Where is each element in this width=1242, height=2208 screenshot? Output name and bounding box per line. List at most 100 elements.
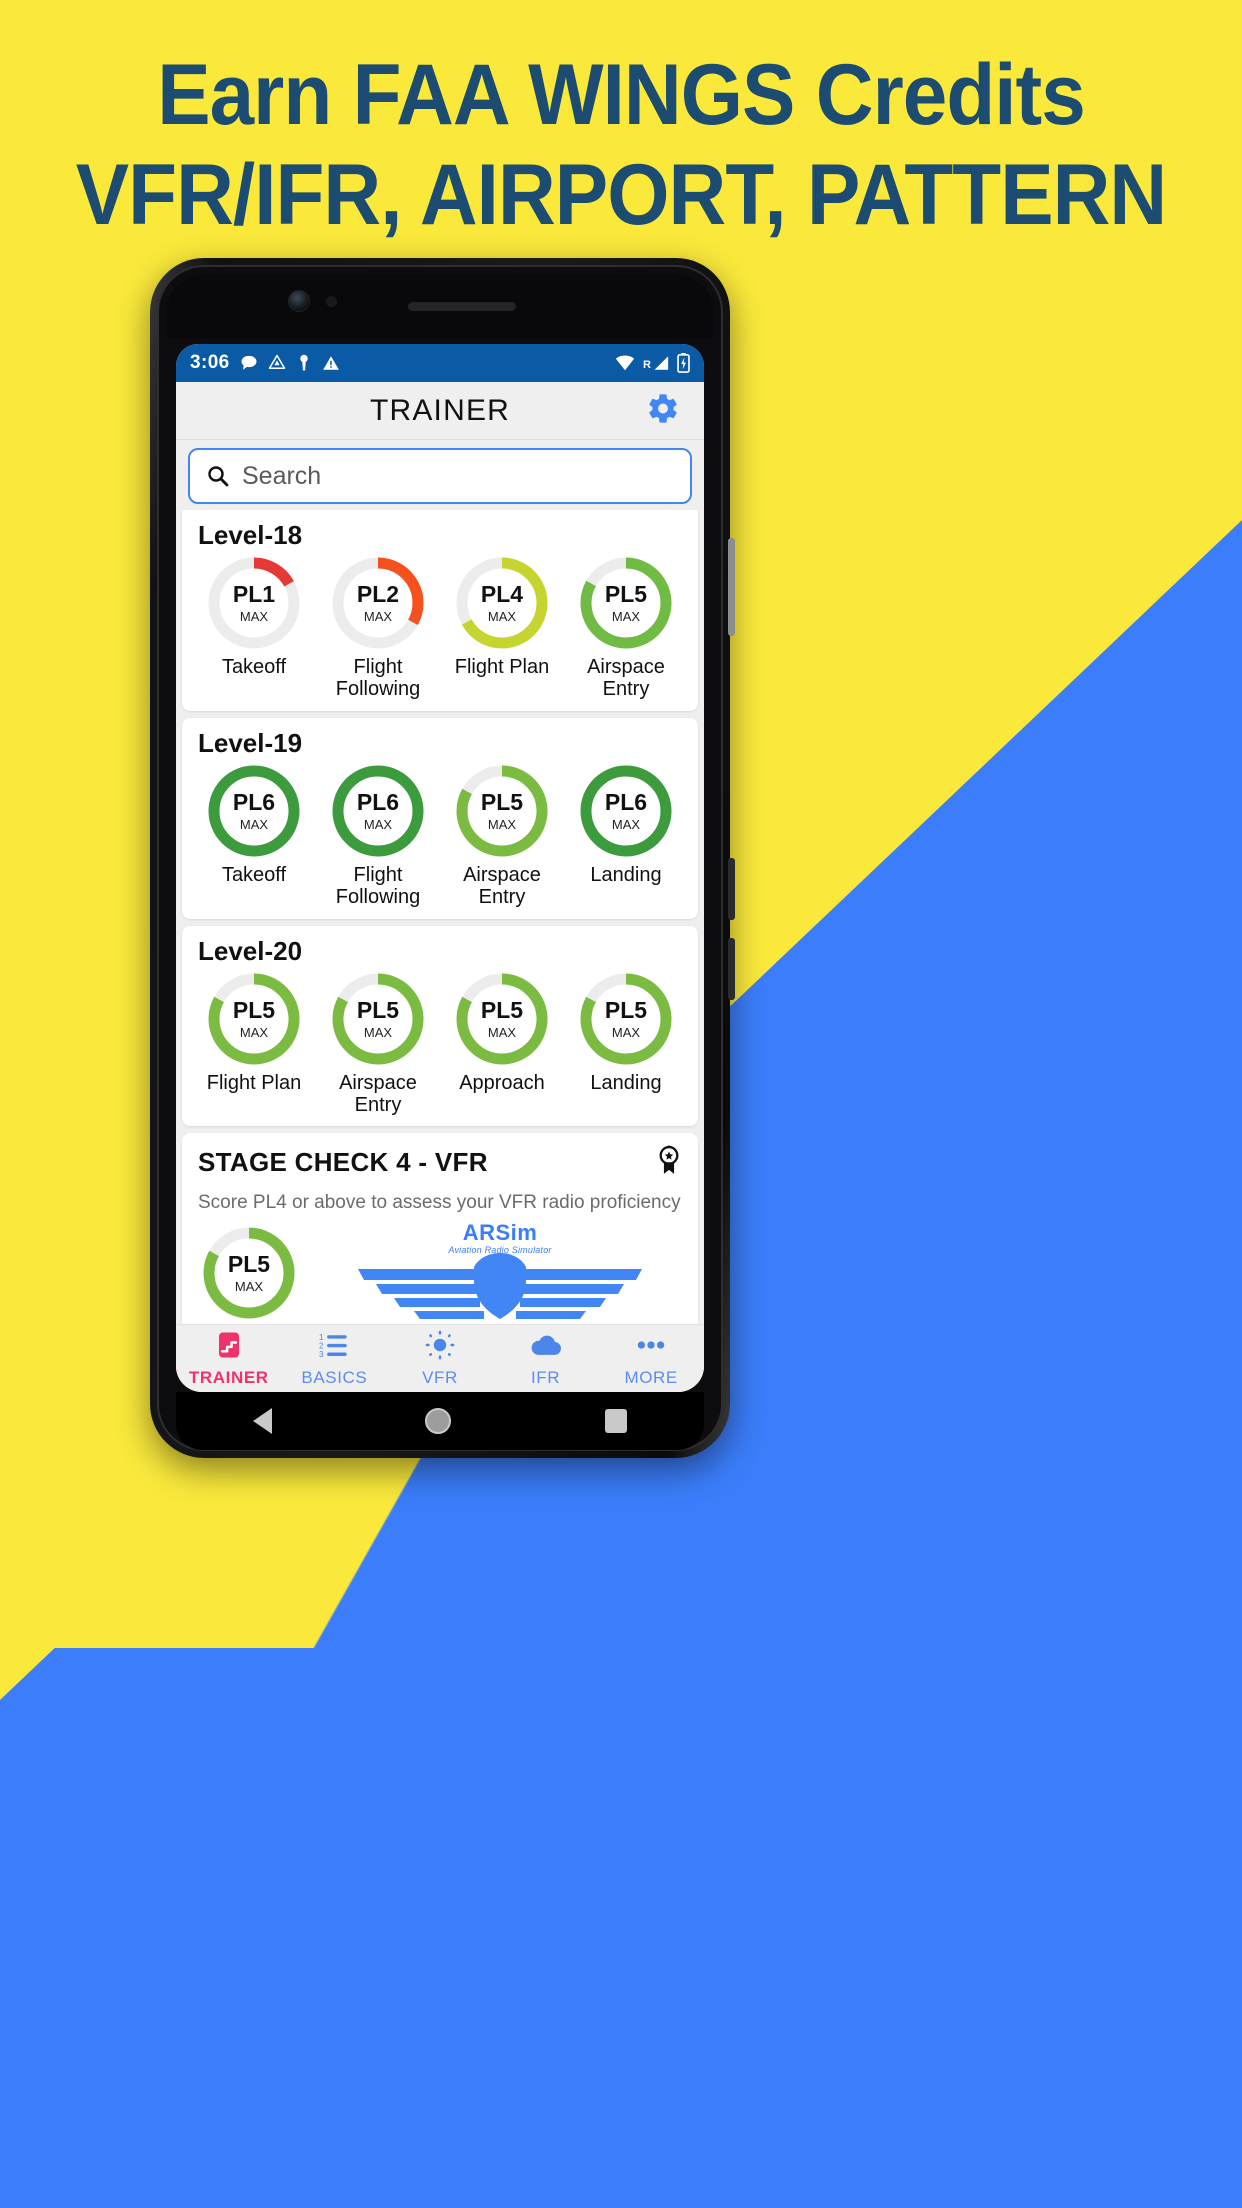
progress-ring-label: PL5 MAX (454, 763, 550, 859)
roaming-signal-icon (654, 356, 669, 370)
svg-text:3: 3 (319, 1350, 324, 1359)
search-input[interactable]: Search (188, 448, 692, 504)
trainer-exercise-item[interactable]: PL5 MAX Approach (443, 971, 561, 1094)
progress-ring-label: PL4 MAX (454, 555, 550, 651)
arsim-wings-icon (358, 1253, 642, 1320)
search-icon (208, 466, 229, 487)
sun-icon (425, 1330, 455, 1365)
phone-mockup: 3:06 R TRAINER Search Level-18 PL1 MAX T… (150, 258, 735, 1458)
exercise-caption: Airspace Entry (339, 1071, 417, 1116)
trainer-exercise-item[interactable]: PL1 MAX Takeoff (195, 555, 313, 678)
volume-down-button[interactable] (728, 938, 735, 1000)
arsim-wordmark: ARSim (462, 1220, 538, 1246)
score-value: PL4 (480, 581, 524, 607)
roaming-label: R (643, 359, 651, 371)
progress-ring-label: PL1 MAX (206, 555, 302, 651)
progress-ring: PL5 MAX (454, 763, 550, 859)
proximity-sensor-icon (326, 296, 337, 307)
score-value: PL6 (232, 788, 276, 815)
home-circle-icon[interactable] (425, 1408, 452, 1434)
power-button[interactable] (728, 538, 735, 636)
app-bar: TRAINER (176, 382, 704, 440)
progress-ring: PL6 MAX (578, 763, 674, 859)
wifi-icon (615, 355, 635, 371)
award-ribbon-icon[interactable] (656, 1145, 682, 1180)
trainer-exercise-item[interactable]: PL2 MAX Flight Following (319, 555, 437, 701)
progress-ring-label: PL5 MAX (578, 971, 674, 1067)
level-card[interactable]: Level-19 PL6 MAX Takeoff PL6 MAX Flight Follow… (182, 717, 698, 919)
back-triangle-icon[interactable] (252, 1408, 272, 1434)
nav-tab-label: BASICS (301, 1367, 368, 1387)
nav-tab-label: VFR (422, 1367, 458, 1387)
stage-check-header: STAGE CHECK 4 - VFR (192, 1141, 688, 1180)
android-navigation-bar (176, 1392, 704, 1450)
progress-ring-label: PL5 MAX (578, 555, 674, 651)
progress-ring-label: PL6 MAX (330, 763, 426, 859)
trainer-exercise-item[interactable]: PL5 MAX Flight Plan (195, 971, 313, 1094)
trainer-exercise-item[interactable]: PL4 MAX Flight Plan (443, 555, 561, 678)
nav-tab-trainer[interactable]: TRAINER (176, 1330, 282, 1388)
stage-check-body: PL5 MAX ARSim Aviation Radio Simulator (192, 1220, 688, 1327)
level-card[interactable]: Level-20 PL5 MAX Flight Plan PL5 MAX Airspace … (182, 925, 698, 1127)
score-value: PL6 (356, 788, 400, 815)
exercise-caption: Takeoff (221, 863, 287, 886)
nav-tab-ifr[interactable]: IFR (493, 1330, 599, 1388)
progress-ring: PL5 MAX (201, 1225, 297, 1321)
progress-ring: PL1 MAX (206, 555, 302, 651)
status-bar-left: 3:06 (190, 352, 340, 374)
stage-check-subtitle: Score PL4 or above to assess your VFR ra… (198, 1192, 681, 1214)
nav-tab-vfr[interactable]: VFR (387, 1330, 493, 1388)
drive-icon (268, 354, 285, 369)
exercise-caption: Flight Plan (206, 1071, 302, 1094)
score-value: PL6 (604, 788, 648, 815)
stage-check-card[interactable]: STAGE CHECK 4 - VFR Score PL4 or above t… (182, 1133, 698, 1338)
progress-ring-label: PL5 MAX (330, 971, 426, 1067)
stage-check-score-ring: PL5 MAX (194, 1225, 304, 1321)
message-icon (241, 355, 257, 370)
headline-line-1: Earn FAA WINGS Credits (157, 47, 1086, 143)
level-card[interactable]: Level-18 PL1 MAX Takeoff PL2 MAX Flight Follow… (182, 510, 698, 711)
exercise-caption: Flight Following (335, 863, 421, 909)
trainer-exercise-item[interactable]: PL5 MAX Airspace Entry (443, 763, 561, 909)
status-bar-right: R (615, 353, 690, 373)
level-ring-row: PL1 MAX Takeoff PL2 MAX Flight Following PL4 MA… (192, 555, 688, 701)
progress-ring: PL5 MAX (330, 971, 426, 1067)
progress-ring-label: PL5 MAX (206, 971, 302, 1067)
gear-icon[interactable] (646, 391, 680, 430)
cloud-icon (530, 1330, 562, 1365)
nav-tab-label: MORE (624, 1367, 678, 1387)
recents-square-icon[interactable] (605, 1409, 628, 1433)
level-title: Level-18 (198, 520, 303, 550)
exercise-caption: Flight Following (335, 656, 421, 701)
arsim-logo: ARSim Aviation Radio Simulator (314, 1222, 686, 1323)
progress-ring: PL4 MAX (454, 555, 550, 651)
progress-ring: PL5 MAX (578, 971, 674, 1067)
earpiece-speaker (408, 302, 516, 311)
nav-tab-label: TRAINER (188, 1367, 269, 1387)
trainer-exercise-item[interactable]: PL5 MAX Airspace Entry (319, 971, 437, 1117)
search-bar-container: Search (176, 440, 704, 510)
nav-tab-basics[interactable]: 1 2 3 BASICS (282, 1330, 388, 1388)
score-value: PL5 (480, 996, 524, 1023)
score-sublabel: MAX (487, 1024, 517, 1040)
score-sublabel: MAX (234, 1278, 264, 1294)
phone-screen: 3:06 R TRAINER Search Level-18 PL1 MAX T… (176, 344, 704, 1392)
promo-headline: Earn FAA WINGS Credits VFR/IFR, AIRPORT,… (43, 52, 1198, 238)
headline-line-2: VFR/IFR, AIRPORT, PATTERN (75, 147, 1167, 243)
trainer-exercise-item[interactable]: PL5 MAX Airspace Entry (567, 555, 685, 701)
nav-tab-more[interactable]: MORE (598, 1330, 704, 1388)
trainer-exercise-item[interactable]: PL6 MAX Takeoff (195, 763, 313, 886)
trainer-list: Level-18 PL1 MAX Takeoff PL2 MAX Flight Follow… (176, 510, 704, 1392)
volume-up-button[interactable] (728, 858, 735, 920)
progress-ring: PL2 MAX (330, 555, 426, 651)
progress-ring-label: PL5 MAX (454, 971, 550, 1067)
level-title: Level-19 (198, 727, 303, 758)
page-title: TRAINER (369, 393, 511, 427)
score-value: PL5 (604, 581, 648, 607)
exercise-caption: Airspace Entry (587, 656, 665, 701)
score-sublabel: MAX (239, 609, 269, 624)
trainer-exercise-item[interactable]: PL6 MAX Flight Following (319, 763, 437, 909)
front-camera-icon (288, 290, 310, 312)
trainer-exercise-item[interactable]: PL6 MAX Landing (567, 763, 685, 886)
trainer-exercise-item[interactable]: PL5 MAX Landing (567, 971, 685, 1094)
